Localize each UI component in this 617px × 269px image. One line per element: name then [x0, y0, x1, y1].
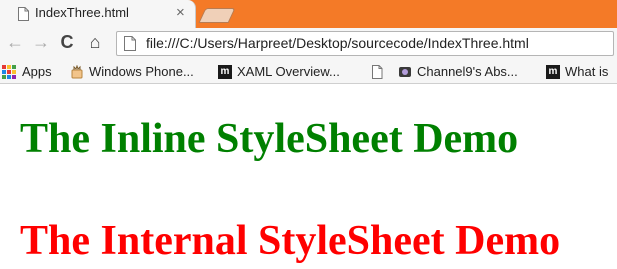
address-text[interactable]: file:///C:/Users/Harpreet/Desktop/source… — [146, 35, 529, 51]
windows-phone-icon — [71, 64, 83, 78]
apps-grid-cell — [2, 74, 6, 79]
bookmark-channel9[interactable]: Channel9's Abs... — [398, 63, 518, 80]
bookmark-apps[interactable]: Apps — [2, 63, 52, 80]
apps-grid-cell — [12, 74, 16, 79]
tab-indexthree[interactable]: IndexThree.html × — [0, 0, 196, 28]
apps-grid-cell — [2, 64, 6, 69]
address-bar[interactable]: file:///C:/Users/Harpreet/Desktop/source… — [116, 31, 614, 56]
page-content: The Inline StyleSheet Demo The Internal … — [0, 84, 617, 269]
page-icon — [18, 7, 29, 21]
bookmark-xaml-overview[interactable]: m XAML Overview... — [218, 63, 340, 80]
toolbar: ← → C ⌂ file:///C:/Users/Harpreet/Deskto… — [0, 28, 617, 59]
apps-grid-cell — [7, 74, 11, 79]
bookmarks-bar: Apps Windows Phone... m XAML Overview...… — [0, 59, 617, 84]
internal-stylesheet-heading: The Internal StyleSheet Demo — [20, 218, 561, 264]
m-icon: m — [218, 64, 232, 79]
inline-stylesheet-heading: The Inline StyleSheet Demo — [20, 116, 519, 162]
new-tab-button[interactable] — [198, 8, 236, 23]
apps-grid-icon — [2, 64, 16, 79]
bookmark-label: Apps — [22, 64, 52, 79]
close-tab-icon[interactable]: × — [176, 4, 185, 22]
m-icon: m — [546, 64, 560, 79]
bookmark-label: What is — [565, 64, 609, 79]
bookmark-label: XAML Overview... — [237, 64, 340, 79]
bookmark-windows-phone[interactable]: Windows Phone... — [70, 63, 194, 80]
bookmark-page[interactable] — [370, 63, 389, 80]
tab-strip: IndexThree.html × — [0, 0, 617, 28]
apps-grid-cell — [7, 69, 11, 74]
page-icon — [124, 36, 136, 51]
apps-grid-cell — [12, 64, 16, 69]
apps-grid-cell — [2, 69, 6, 74]
reload-icon[interactable]: C — [56, 31, 78, 53]
bookmark-label: Channel9's Abs... — [417, 64, 518, 79]
apps-grid-cell — [7, 64, 11, 69]
page-icon — [372, 64, 383, 79]
tab-title: IndexThree.html — [35, 5, 129, 20]
apps-grid-cell — [12, 69, 16, 74]
bookmark-label: Windows Phone... — [89, 64, 194, 79]
forward-icon[interactable]: → — [30, 31, 52, 53]
home-icon[interactable]: ⌂ — [84, 31, 106, 53]
bookmark-what-is[interactable]: m What is — [546, 63, 608, 80]
back-icon[interactable]: ← — [4, 31, 26, 53]
channel9-icon — [399, 66, 411, 77]
